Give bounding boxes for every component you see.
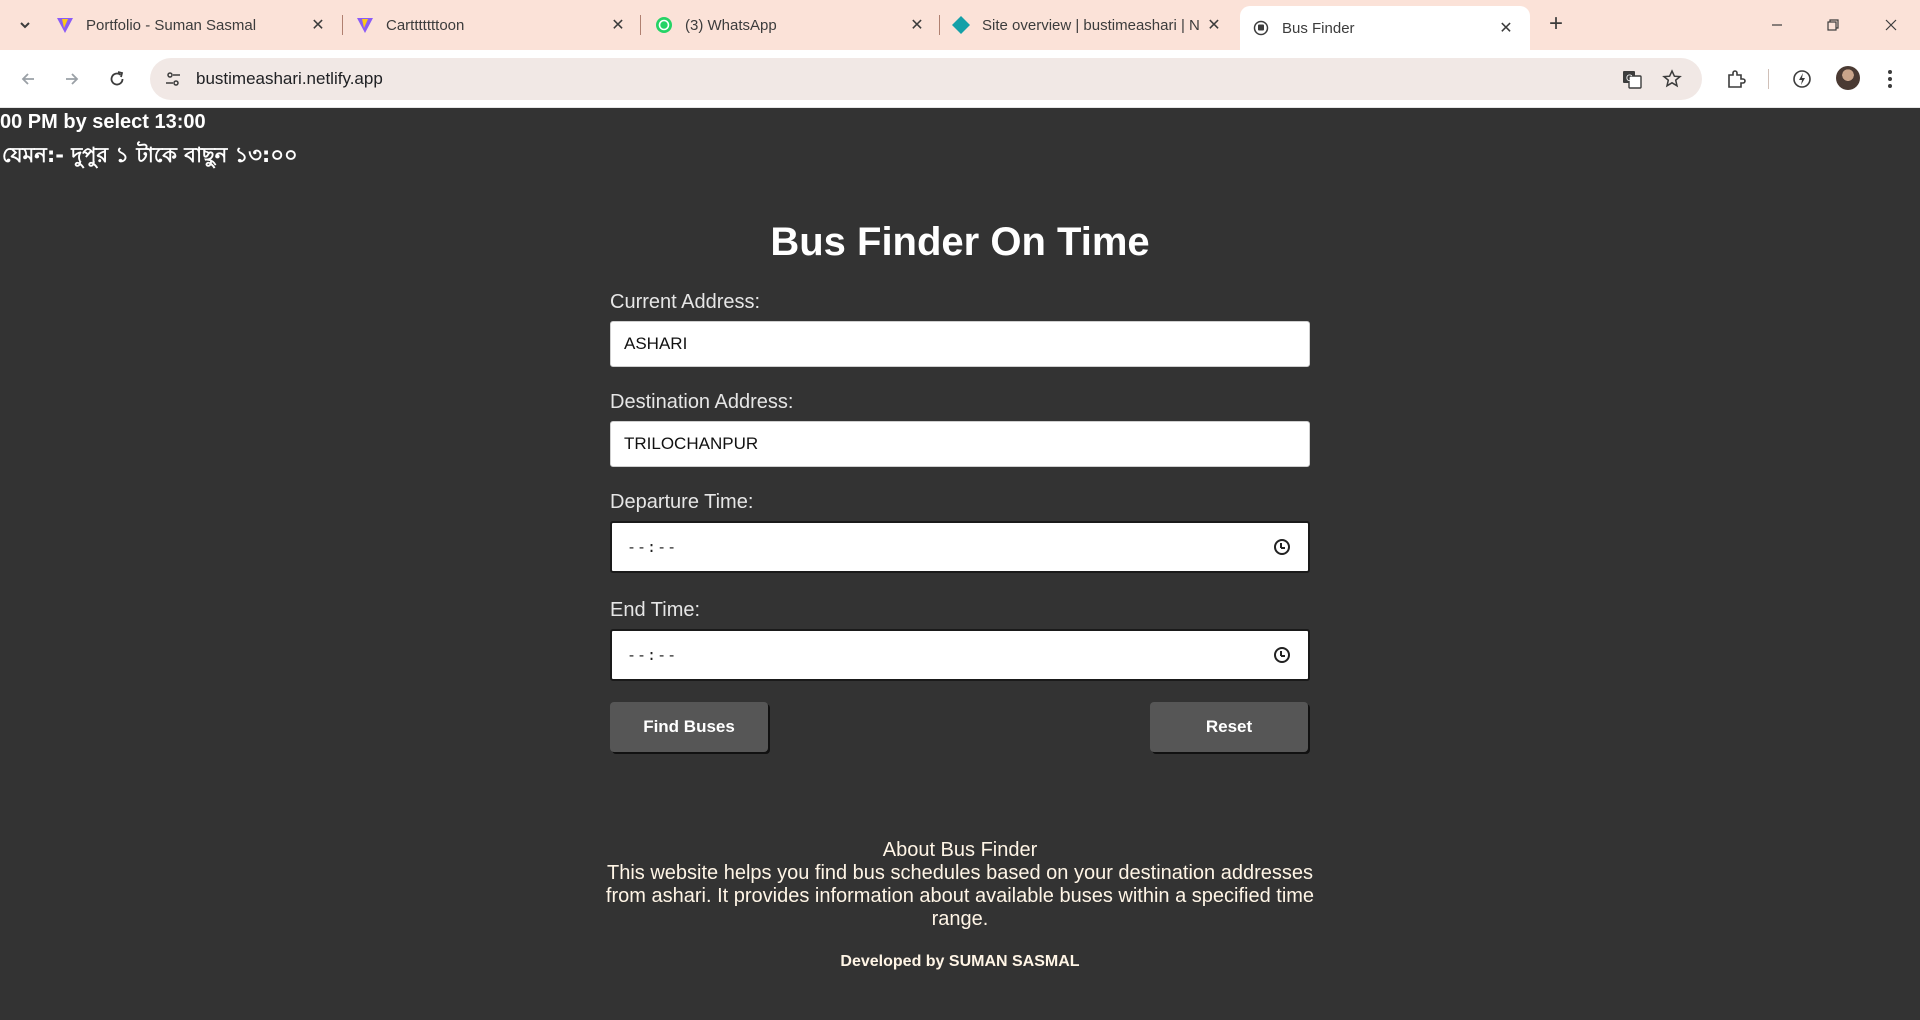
page-title: Bus Finder On Time: [770, 220, 1150, 264]
destination-address-input[interactable]: [610, 421, 1310, 467]
url-text[interactable]: bustimeashari.netlify.app: [196, 69, 383, 89]
arrow-right-icon: [66, 73, 79, 85]
restore-icon: [1827, 19, 1839, 31]
tab-portfolio[interactable]: Portfolio - Suman Sasmal ✕: [56, 0, 328, 50]
address-bar[interactable]: bustimeashari.netlify.app G: [150, 58, 1702, 100]
clock-icon[interactable]: [1274, 647, 1290, 663]
minimize-button[interactable]: [1754, 0, 1800, 50]
tab-title: Site overview | bustimeashari | N: [982, 16, 1200, 34]
restore-button[interactable]: [1810, 0, 1856, 50]
marquee-text-bengali: যেমন:- দুপুর ১ টাকে বাছুন ১৩:০০: [2, 143, 298, 167]
extensions-icon[interactable]: [1720, 63, 1752, 95]
profile-avatar[interactable]: [1836, 66, 1860, 90]
marquee-text-english: 00 PM by select 13:00: [0, 111, 206, 133]
departure-time-input[interactable]: --:--: [610, 521, 1310, 573]
tab-title: Portfolio - Suman Sasmal: [86, 16, 257, 34]
arrow-left-icon: [21, 73, 34, 85]
back-button[interactable]: [12, 63, 44, 95]
tab-separator: [640, 15, 641, 35]
close-icon[interactable]: ✕: [608, 15, 628, 35]
departure-time-label: Departure Time:: [610, 491, 754, 513]
tab-bus-finder[interactable]: Bus Finder ✕: [1240, 6, 1530, 50]
close-window-button[interactable]: [1868, 0, 1914, 50]
tab-title: Cartttttttoon: [386, 16, 465, 34]
site-icon: [1252, 19, 1270, 37]
tab-separator: [342, 15, 343, 35]
vite-icon: [56, 16, 74, 34]
tab-separator: [939, 15, 940, 35]
clock-icon[interactable]: [1274, 539, 1290, 555]
tab-cartoon[interactable]: Cartttttttoon ✕: [356, 0, 628, 50]
tab-netlify[interactable]: Site overview | bustimeashari | N ✕: [952, 0, 1224, 50]
about-text: This website helps you find bus schedule…: [605, 862, 1315, 930]
close-icon[interactable]: ✕: [1496, 18, 1516, 38]
whatsapp-icon: [655, 16, 673, 34]
close-icon: [1885, 19, 1897, 31]
vite-icon: [356, 16, 374, 34]
browser-toolbar: bustimeashari.netlify.app G: [0, 50, 1920, 108]
tab-title: (3) WhatsApp: [685, 16, 777, 34]
site-info-icon[interactable]: [162, 68, 184, 90]
close-icon[interactable]: ✕: [1204, 15, 1224, 35]
close-icon[interactable]: ✕: [907, 15, 927, 35]
current-address-label: Current Address:: [610, 291, 761, 313]
svg-text:G: G: [1626, 73, 1633, 83]
page-content: 00 PM by select 13:00 যেমন:- দুপুর ১ টাক…: [0, 109, 1920, 1020]
about-section: About Bus Finder This website helps you …: [600, 839, 1320, 931]
time-placeholder: --:--: [627, 646, 678, 664]
find-buses-button[interactable]: Find Buses: [610, 702, 768, 752]
destination-address-label: Destination Address:: [610, 391, 794, 413]
menu-icon[interactable]: [1874, 63, 1906, 95]
tab-strip: Portfolio - Suman Sasmal ✕ Cartttttttoon…: [0, 0, 1920, 50]
bookmark-star-icon[interactable]: [1660, 67, 1684, 91]
reset-button[interactable]: Reset: [1150, 702, 1308, 752]
netlify-icon: [952, 16, 970, 34]
plus-icon: +: [1548, 10, 1563, 37]
tab-title: Bus Finder: [1282, 19, 1355, 37]
reload-icon: [110, 71, 124, 86]
toolbar-separator: [1768, 69, 1769, 89]
tab-whatsapp[interactable]: (3) WhatsApp ✕: [655, 0, 927, 50]
end-time-label: End Time:: [610, 599, 701, 621]
reload-button[interactable]: [101, 63, 133, 95]
time-placeholder: --:--: [627, 538, 678, 556]
new-tab-button[interactable]: +: [1542, 10, 1570, 40]
chevron-down-icon: [20, 22, 30, 29]
performance-icon[interactable]: [1786, 63, 1818, 95]
forward-button[interactable]: [56, 63, 88, 95]
close-icon[interactable]: ✕: [308, 15, 328, 35]
current-address-input[interactable]: [610, 321, 1310, 367]
tab-search-button[interactable]: [10, 10, 40, 40]
translate-icon[interactable]: G: [1620, 67, 1644, 91]
about-title: About Bus Finder: [882, 839, 1038, 861]
minimize-icon: [1772, 24, 1782, 26]
developer-credit: Developed by SUMAN SASMAL: [840, 953, 1080, 970]
end-time-input[interactable]: --:--: [610, 629, 1310, 681]
